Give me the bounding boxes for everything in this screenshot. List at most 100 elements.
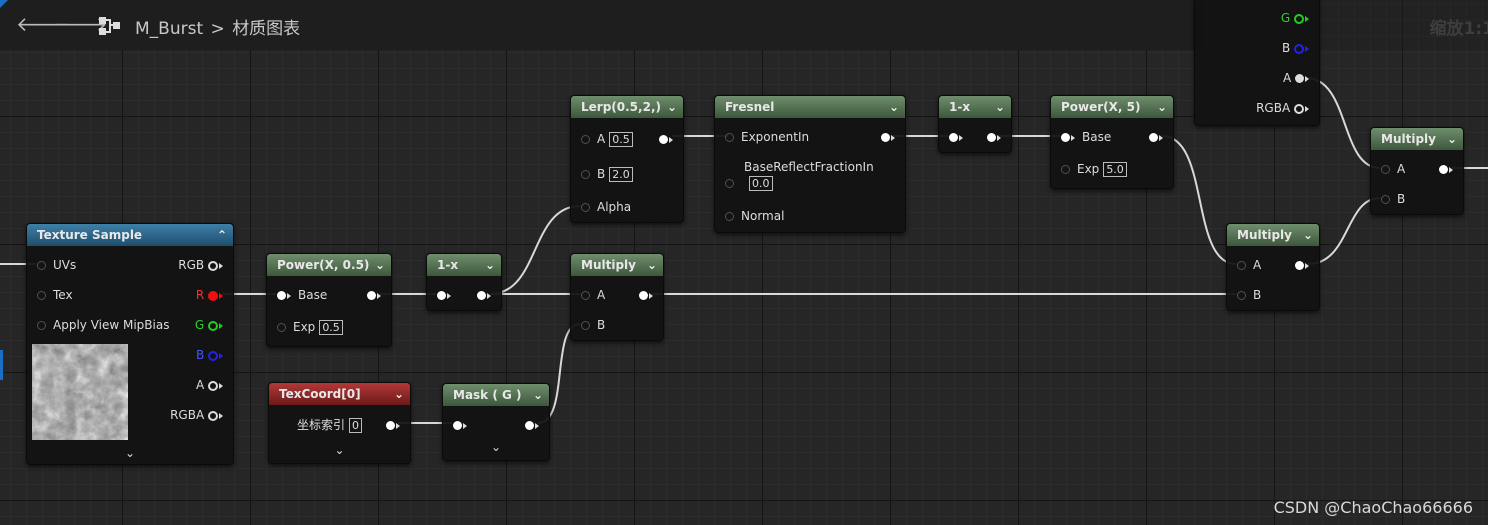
chevron-down-icon[interactable]: ⌄ [269, 443, 410, 457]
chevron-down-icon[interactable]: ⌄ [394, 383, 404, 405]
pin-r[interactable]: R [196, 288, 223, 302]
breadcrumb-graph[interactable]: 材质图表 [232, 19, 300, 39]
input-pin-icon[interactable] [37, 261, 46, 270]
pin-output[interactable] [659, 132, 673, 146]
chevron-down-icon[interactable]: ⌄ [667, 96, 677, 118]
pin-base-reflect[interactable]: 0.0 [725, 176, 773, 191]
pin-coordinate-index[interactable]: 坐标索引 0 [297, 418, 363, 433]
node-power-05[interactable]: Power(X, 0.5) ⌄ Base Exp 0.5 [266, 253, 392, 347]
input-pin-icon[interactable] [581, 170, 590, 179]
pin-rgba[interactable]: RGBA [1256, 101, 1309, 115]
input-pin-icon[interactable] [581, 203, 590, 212]
node-lerp[interactable]: Lerp(0.5,2,) ⌄ A 0.5 B 2.0 Alpha [570, 95, 684, 223]
chevron-down-icon[interactable]: ⌄ [647, 254, 657, 276]
input-pin-icon[interactable] [725, 212, 734, 221]
chevron-down-icon[interactable]: ⌄ [889, 96, 899, 118]
pin-a[interactable]: A [1283, 71, 1309, 85]
chevron-down-icon[interactable]: ⌄ [533, 384, 543, 406]
collapse-up-icon[interactable]: ⌃ [217, 224, 227, 246]
node-header[interactable]: Power(X, 5) ⌄ [1051, 96, 1173, 118]
pin-a[interactable]: A [196, 378, 223, 392]
output-pin-icon[interactable] [367, 291, 376, 300]
node-header[interactable]: Texture Sample ⌃ [27, 224, 233, 246]
output-pin-icon[interactable] [477, 291, 486, 300]
node-header[interactable]: Multiply ⌄ [571, 254, 663, 276]
node-multiply-1[interactable]: Multiply ⌄ A B [570, 253, 664, 341]
pin-rgb[interactable]: RGB [178, 258, 223, 272]
index-value[interactable]: 0 [349, 418, 363, 433]
node-mask-g[interactable]: Mask ( G ) ⌄ ⌄ [442, 383, 550, 461]
pin-tex[interactable]: Tex [37, 288, 73, 302]
pin-alpha[interactable]: Alpha [581, 200, 631, 214]
output-pin-icon[interactable] [525, 421, 534, 430]
input-pin-icon[interactable] [581, 135, 590, 144]
output-pin-icon[interactable] [1439, 165, 1448, 174]
breadcrumb-asset[interactable]: M_Burst [135, 19, 203, 39]
pin-b[interactable]: B [581, 318, 605, 332]
node-texture-sample[interactable]: Texture Sample ⌃ UVs Tex Apply View MipBi… [26, 223, 234, 465]
output-pin-icon[interactable] [208, 260, 218, 271]
chevron-down-icon[interactable]: ⌄ [485, 254, 495, 276]
pin-b[interactable]: B [1282, 41, 1309, 55]
pin-a[interactable]: A [581, 288, 605, 302]
node-one-minus-x-1[interactable]: 1-x ⌄ [426, 253, 502, 311]
input-pin-icon[interactable] [277, 323, 286, 332]
output-pin-icon[interactable] [881, 133, 890, 142]
pin-output[interactable] [1295, 258, 1309, 272]
output-pin-icon[interactable] [987, 133, 996, 142]
pin-b[interactable]: B 2.0 [581, 167, 633, 182]
input-pin-icon[interactable] [37, 291, 46, 300]
output-pin-icon[interactable] [208, 380, 218, 391]
pin-base[interactable]: Base [1061, 130, 1111, 144]
input-pin-icon[interactable] [1061, 133, 1070, 142]
chevron-down-icon[interactable]: ⌄ [375, 254, 385, 276]
chevron-down-icon[interactable]: ⌄ [1447, 128, 1457, 150]
output-pin-icon[interactable] [208, 350, 218, 361]
pin-apply-view-mipbias[interactable]: Apply View MipBias [37, 318, 169, 332]
pin-output[interactable] [367, 288, 381, 302]
node-multiply-3[interactable]: Multiply ⌄ A B [1370, 127, 1464, 215]
input-pin-icon[interactable] [437, 291, 446, 300]
pin-output[interactable] [1439, 162, 1453, 176]
node-header[interactable]: Fresnel ⌄ [715, 96, 905, 118]
pin-g[interactable]: G [1281, 11, 1309, 25]
node-one-minus-x-2[interactable]: 1-x ⌄ [938, 95, 1012, 153]
pin-a[interactable]: A [1381, 162, 1405, 176]
output-pin-icon[interactable] [1294, 103, 1304, 114]
a-value[interactable]: 0.5 [609, 132, 633, 147]
output-pin-icon[interactable] [1294, 43, 1304, 54]
node-header[interactable]: Power(X, 0.5) ⌄ [267, 254, 391, 276]
pin-input[interactable] [437, 288, 451, 302]
pin-output[interactable] [987, 130, 1001, 144]
pin-g[interactable]: G [195, 318, 223, 332]
node-header[interactable]: Mask ( G ) ⌄ [443, 384, 549, 406]
node-header[interactable]: Multiply ⌄ [1227, 224, 1319, 246]
pin-output[interactable] [639, 288, 653, 302]
node-header[interactable]: TexCoord[0] ⌄ [269, 383, 410, 405]
chevron-down-icon[interactable]: ⌄ [1303, 224, 1313, 246]
input-pin-icon[interactable] [581, 321, 590, 330]
input-pin-icon[interactable] [37, 321, 46, 330]
chevron-down-icon[interactable]: ⌄ [995, 96, 1005, 118]
exp-value[interactable]: 5.0 [1103, 162, 1127, 177]
pin-input[interactable] [453, 418, 467, 432]
input-pin-icon[interactable] [581, 291, 590, 300]
pin-uvs[interactable]: UVs [37, 258, 76, 272]
node-texcoord[interactable]: TexCoord[0] ⌄ 坐标索引 0 ⌄ [268, 382, 411, 464]
node-header[interactable]: Multiply ⌄ [1371, 128, 1463, 150]
input-pin-icon[interactable] [1237, 291, 1246, 300]
pin-b[interactable]: B [196, 348, 223, 362]
output-pin-icon[interactable] [1295, 261, 1304, 270]
input-pin-icon[interactable] [1237, 261, 1246, 270]
input-pin-icon[interactable] [949, 133, 958, 142]
pin-output[interactable] [881, 130, 895, 144]
chevron-down-icon[interactable]: ⌄ [27, 446, 233, 460]
pin-normal[interactable]: Normal [725, 209, 784, 223]
node-multiply-2[interactable]: Multiply ⌄ A B [1226, 223, 1320, 311]
output-pin-icon[interactable] [639, 291, 648, 300]
output-pin-icon[interactable] [659, 135, 668, 144]
pin-output[interactable] [1149, 130, 1163, 144]
node-fresnel[interactable]: Fresnel ⌄ ExponentIn BaseReflectFractionI… [714, 95, 906, 233]
node-channel-outputs[interactable]: G B A RGBA [1194, 0, 1320, 126]
base-reflect-value[interactable]: 0.0 [749, 176, 773, 191]
